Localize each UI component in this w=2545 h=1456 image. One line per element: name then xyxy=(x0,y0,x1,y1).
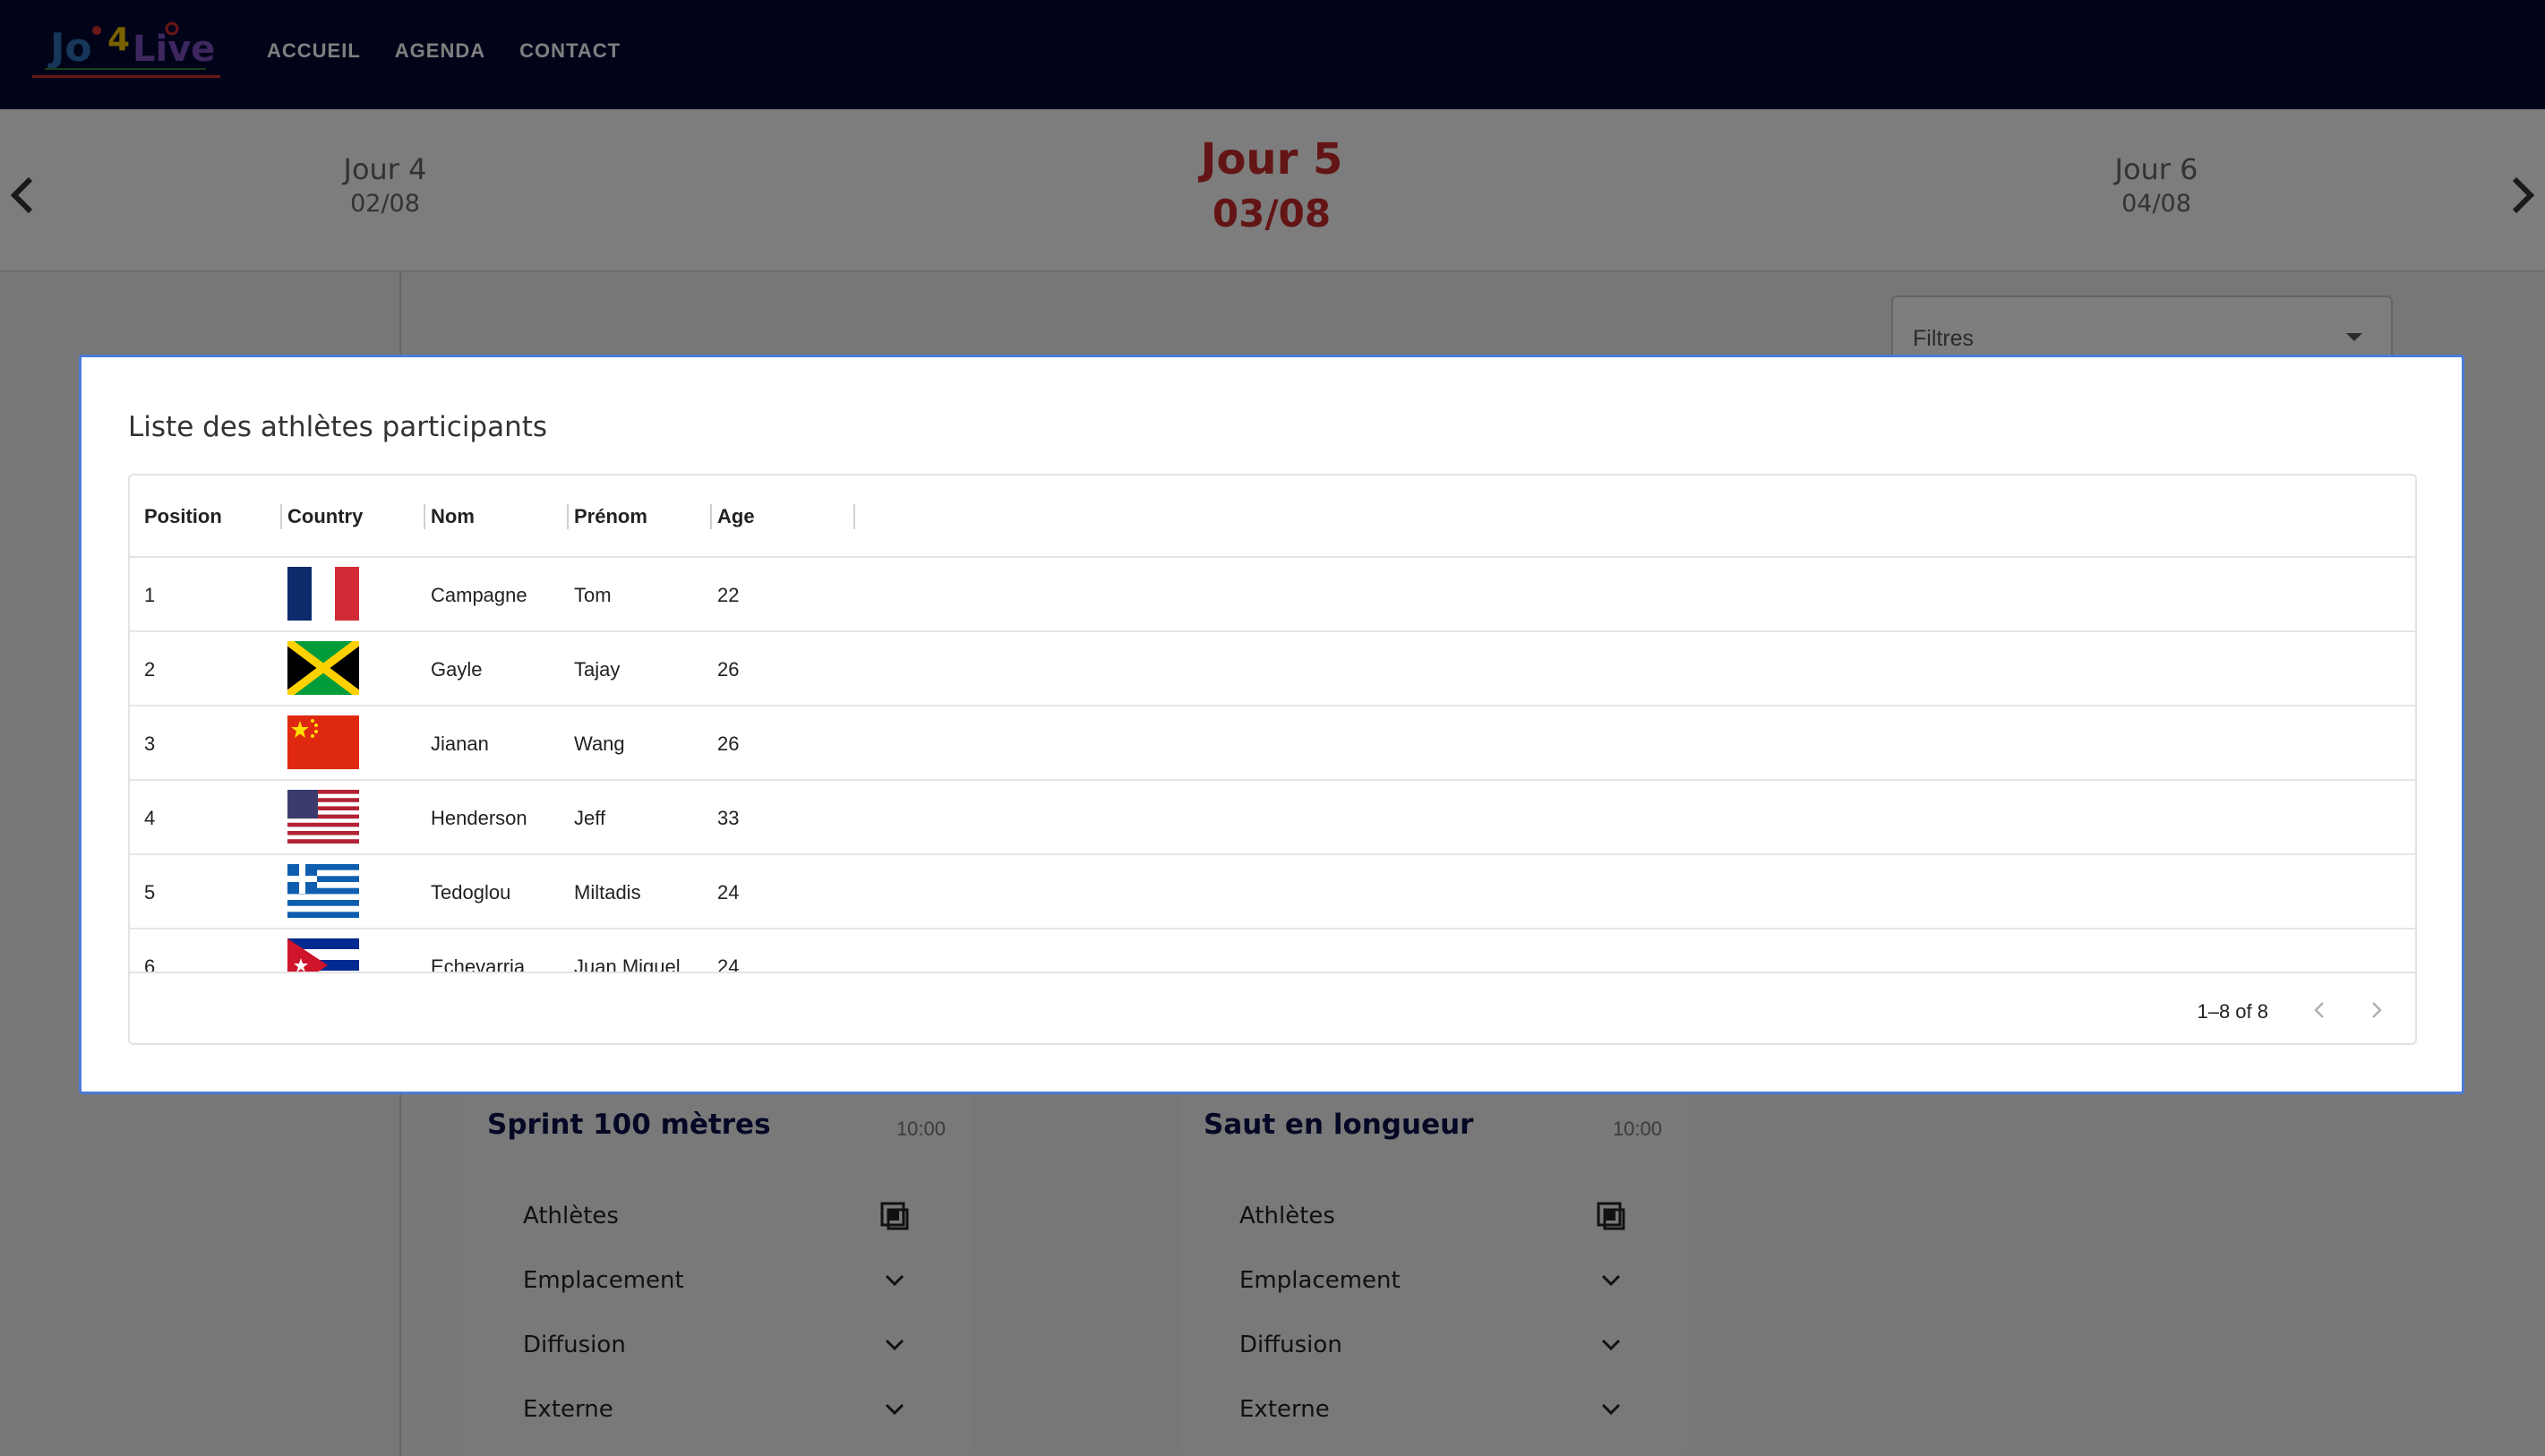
athletes-dialog: Liste des athlètes participants Position… xyxy=(79,355,2464,1094)
cell-position: 4 xyxy=(144,806,156,829)
usa-flag-icon xyxy=(287,790,359,844)
cell-prenom: Miltadis xyxy=(574,880,641,904)
jamaica-flag-icon xyxy=(287,641,359,695)
column-separator[interactable] xyxy=(567,504,569,529)
table-row[interactable]: 5 Tedoglou Miltadis 24 xyxy=(130,855,2415,929)
column-header-prenom[interactable]: Prénom xyxy=(574,475,647,558)
cell-nom: Gayle xyxy=(431,657,483,681)
china-flag-icon xyxy=(287,715,359,769)
column-separator[interactable] xyxy=(853,504,855,529)
cell-age: 24 xyxy=(717,955,740,972)
cell-prenom: Tom xyxy=(574,583,612,606)
cuba-flag-icon xyxy=(287,938,359,972)
cell-prenom: Wang xyxy=(574,732,625,755)
table-row[interactable]: 6 Echevarria Juan Miguel 24 xyxy=(130,929,2415,972)
cell-age: 26 xyxy=(717,732,740,755)
cell-nom: Echevarria xyxy=(431,955,526,972)
column-separator[interactable] xyxy=(710,504,712,529)
cell-position: 2 xyxy=(144,657,156,681)
column-separator[interactable] xyxy=(424,504,425,529)
cell-nom: Jianan xyxy=(431,732,489,755)
table-footer: 1–8 of 8 xyxy=(130,972,2415,1043)
cell-prenom: Tajay xyxy=(574,657,621,681)
cell-position: 5 xyxy=(144,880,156,904)
dialog-title: Liste des athlètes participants xyxy=(128,411,548,443)
cell-position: 1 xyxy=(144,583,156,606)
chevron-right-icon[interactable] xyxy=(2363,997,2390,1023)
cell-nom: Henderson xyxy=(431,806,527,829)
column-header-age[interactable]: Age xyxy=(717,475,755,558)
cell-nom: Tedoglou xyxy=(431,880,511,904)
cell-age: 33 xyxy=(717,806,740,829)
cell-age: 22 xyxy=(717,583,740,606)
cell-position: 6 xyxy=(144,955,156,972)
cell-position: 3 xyxy=(144,732,156,755)
cell-nom: Campagne xyxy=(431,583,527,606)
table-row[interactable]: 4 Henderson Jeff 33 xyxy=(130,781,2415,855)
column-header-position[interactable]: Position xyxy=(144,475,222,558)
column-header-country[interactable]: Country xyxy=(287,475,363,558)
chevron-left-icon[interactable] xyxy=(2306,997,2333,1023)
france-flag-icon xyxy=(287,567,359,621)
pagination-info: 1–8 of 8 xyxy=(2197,1000,2268,1023)
athletes-table: Position Country Nom Prénom Age 1 Campag… xyxy=(128,474,2417,1045)
table-row[interactable]: 1 Campagne Tom 22 xyxy=(130,558,2415,632)
table-body: 1 Campagne Tom 22 2 Gayle Tajay 26 3 Jia… xyxy=(130,558,2415,972)
cell-age: 26 xyxy=(717,657,740,681)
cell-prenom: Jeff xyxy=(574,806,606,829)
cell-age: 24 xyxy=(717,880,740,904)
cell-prenom: Juan Miguel xyxy=(574,955,681,972)
table-header: Position Country Nom Prénom Age xyxy=(130,475,2415,558)
column-separator[interactable] xyxy=(280,504,282,529)
greece-flag-icon xyxy=(287,864,359,918)
table-row[interactable]: 2 Gayle Tajay 26 xyxy=(130,632,2415,707)
table-row[interactable]: 3 Jianan Wang 26 xyxy=(130,707,2415,781)
column-header-nom[interactable]: Nom xyxy=(431,475,475,558)
